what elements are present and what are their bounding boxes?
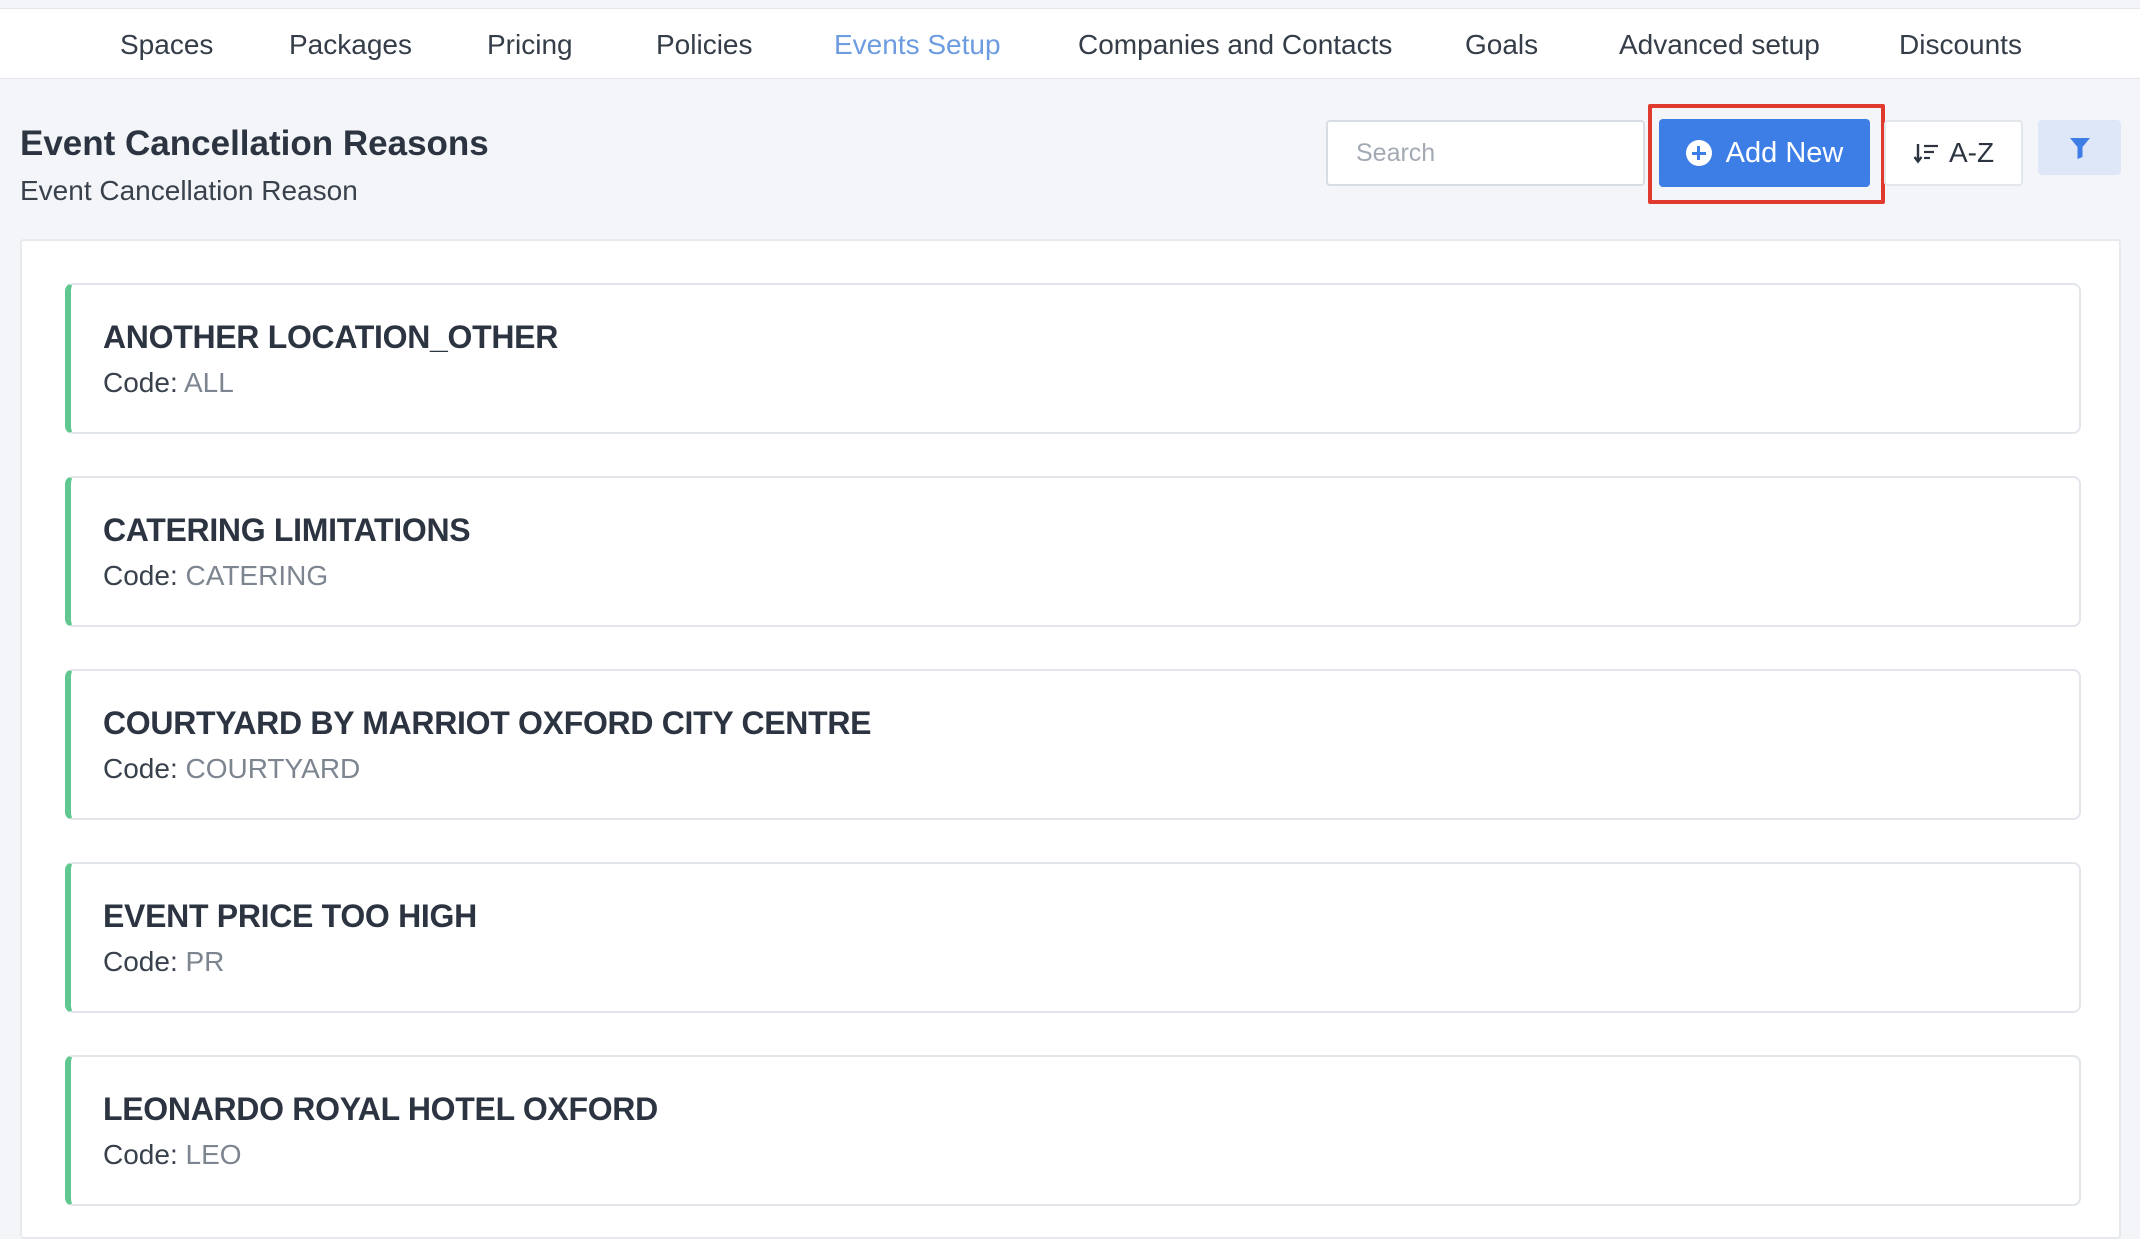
item-name: EVENT PRICE TOO HIGH xyxy=(103,898,477,934)
page-title: Event Cancellation Reasons xyxy=(20,124,489,163)
tab-companies-and-contacts[interactable]: Companies and Contacts xyxy=(1078,9,1392,80)
tab-pricing[interactable]: Pricing xyxy=(487,9,573,80)
tab-spaces[interactable]: Spaces xyxy=(120,9,213,80)
add-new-button[interactable]: Add New xyxy=(1659,119,1870,187)
tab-discounts[interactable]: Discounts xyxy=(1899,9,2022,80)
item-name: COURTYARD BY MARRIOT OXFORD CITY CENTRE xyxy=(103,705,872,741)
list-item[interactable]: CATERING LIMITATIONS Code: CATERING xyxy=(65,476,2081,627)
item-name: ANOTHER LOCATION_OTHER xyxy=(103,319,559,355)
code-prefix: Code: xyxy=(103,560,178,591)
code-value: ALL xyxy=(183,367,234,398)
list-item[interactable]: LEONARDO ROYAL HOTEL OXFORD Code: LEO xyxy=(65,1055,2081,1206)
filter-icon xyxy=(2069,137,2090,159)
item-name: CATERING LIMITATIONS xyxy=(103,512,471,548)
search-input[interactable] xyxy=(1326,120,1645,186)
sort-button[interactable]: A-Z xyxy=(1884,120,2023,186)
tab-advanced-setup[interactable]: Advanced setup xyxy=(1619,9,1820,80)
item-code: Code: ALL xyxy=(103,367,234,399)
code-prefix: Code: xyxy=(103,1139,178,1170)
sort-descending-icon xyxy=(1913,144,1938,164)
code-value: COURTYARD xyxy=(185,753,361,784)
list-panel: ANOTHER LOCATION_OTHER Code: ALL CATERIN… xyxy=(20,239,2121,1239)
filter-button[interactable] xyxy=(2038,120,2121,175)
tab-packages[interactable]: Packages xyxy=(289,9,412,80)
tab-policies[interactable]: Policies xyxy=(656,9,752,80)
item-code: Code: CATERING xyxy=(103,560,328,592)
item-name: LEONARDO ROYAL HOTEL OXFORD xyxy=(103,1091,658,1127)
list-item[interactable]: ANOTHER LOCATION_OTHER Code: ALL xyxy=(65,283,2081,434)
code-prefix: Code: xyxy=(103,367,178,398)
list-item[interactable]: EVENT PRICE TOO HIGH Code: PR xyxy=(65,862,2081,1013)
code-value: LEO xyxy=(185,1139,242,1170)
code-prefix: Code: xyxy=(103,753,178,784)
item-code: Code: PR xyxy=(103,946,224,978)
tab-events-setup[interactable]: Events Setup xyxy=(834,9,1001,80)
item-code: Code: LEO xyxy=(103,1139,242,1171)
sort-label: A-Z xyxy=(1948,137,1995,168)
add-new-label: Add New xyxy=(1725,136,1844,169)
tab-goals[interactable]: Goals xyxy=(1465,9,1538,80)
item-code: Code: COURTYARD xyxy=(103,753,360,785)
page-subtitle: Event Cancellation Reason xyxy=(20,175,358,206)
list-item[interactable]: COURTYARD BY MARRIOT OXFORD CITY CENTRE … xyxy=(65,669,2081,820)
plus-circle-icon xyxy=(1685,140,1712,166)
code-value: PR xyxy=(185,946,225,977)
top-nav: Spaces Packages Pricing Policies Events … xyxy=(0,8,2140,79)
code-value: CATERING xyxy=(185,560,329,591)
code-prefix: Code: xyxy=(103,946,178,977)
